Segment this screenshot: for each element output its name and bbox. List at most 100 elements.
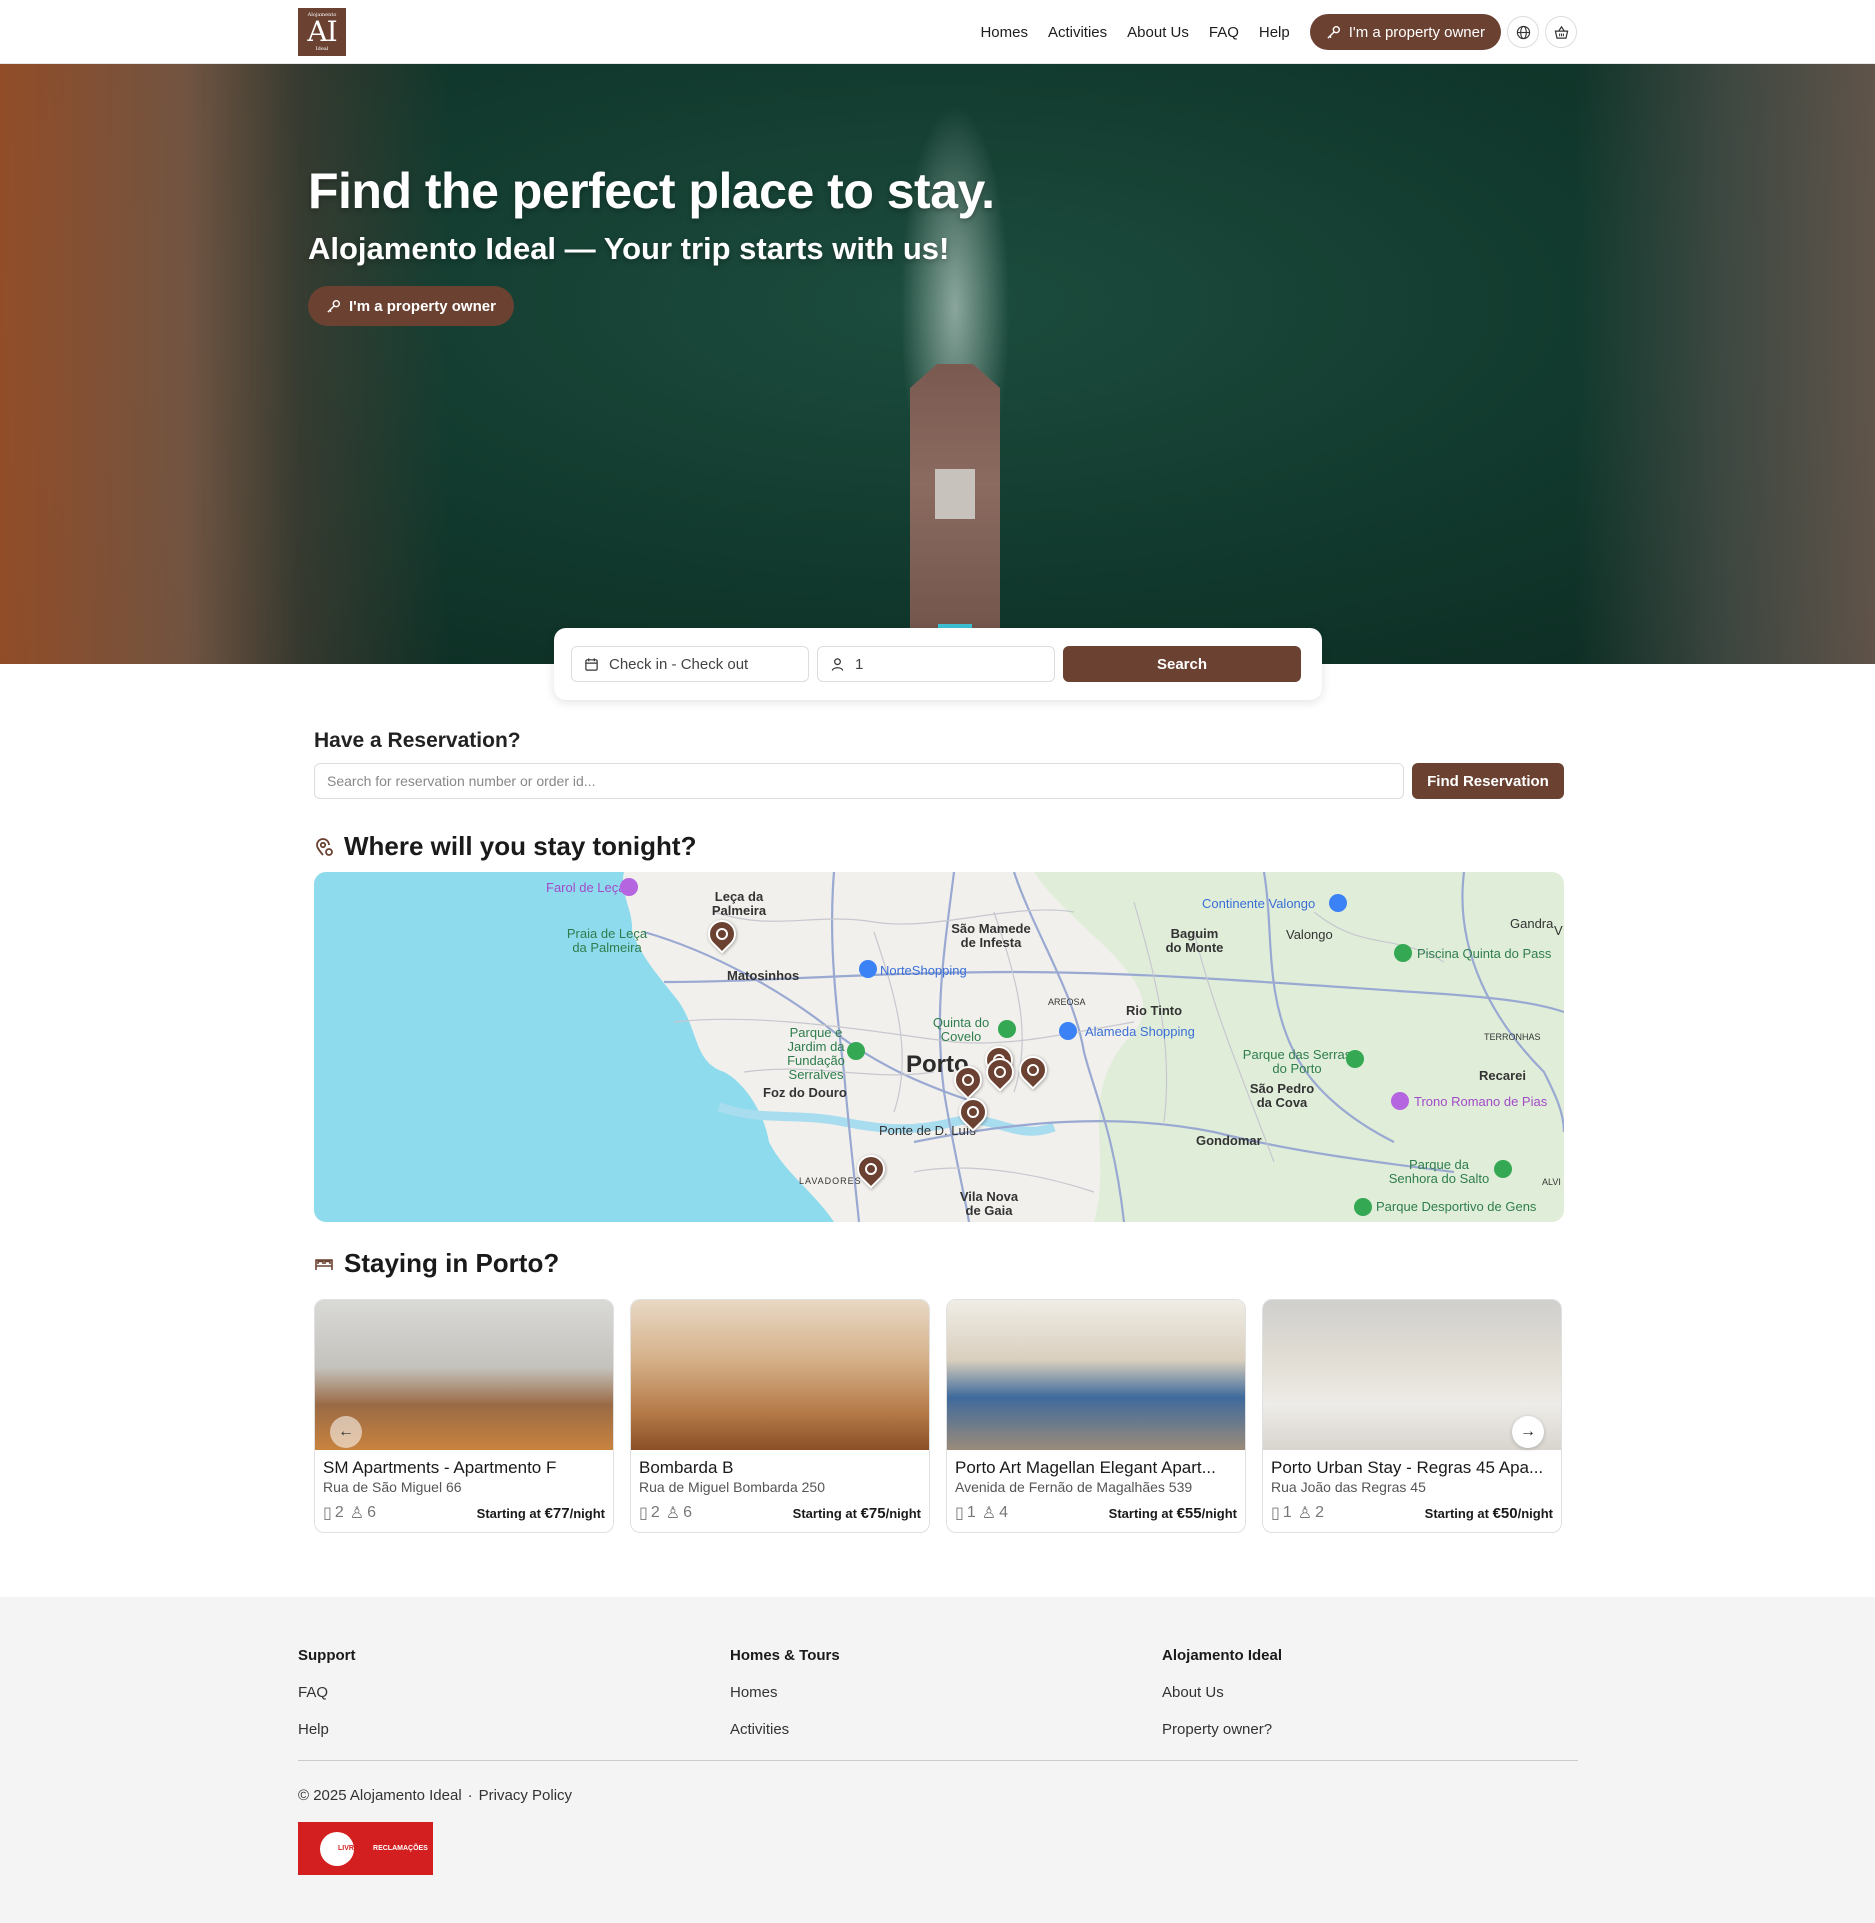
cart-button[interactable] xyxy=(1545,16,1577,48)
basket-icon xyxy=(1554,25,1568,39)
reservation-section: Have a Reservation? Search for reservati… xyxy=(314,729,1564,799)
listing-card[interactable]: SM Apartments - Apartmento F Rua de São … xyxy=(314,1299,614,1533)
map-label: Vila Nova de Gaia xyxy=(959,1189,1019,1218)
listing-meta: ▯ 2 ♙ 6 Starting at €75/night xyxy=(639,1503,921,1523)
language-button[interactable] xyxy=(1507,16,1539,48)
arrow-left-icon: ← xyxy=(338,1423,354,1440)
listings-title-text: Staying in Porto? xyxy=(344,1248,560,1278)
privacy-policy-link[interactable]: Privacy Policy xyxy=(479,1787,572,1804)
park-poi-icon[interactable] xyxy=(1494,1160,1512,1178)
price-prefix: Starting at xyxy=(1108,1505,1173,1521)
bed-icon xyxy=(315,1258,333,1270)
park-poi-icon[interactable] xyxy=(998,1020,1016,1038)
footer-link-homes[interactable]: Homes xyxy=(730,1684,1162,1701)
price-suffix: /night xyxy=(1201,1505,1237,1521)
calendar-icon xyxy=(585,657,598,671)
listing-specs: ▯ 2 ♙ 6 xyxy=(639,1503,692,1523)
footer-link-faq[interactable]: FAQ xyxy=(298,1684,730,1701)
person-icon: ♙ xyxy=(1297,1505,1313,1522)
map-label: Parque da Senhora do Salto xyxy=(1388,1157,1490,1186)
hero-owner-button[interactable]: I'm a property owner xyxy=(308,286,514,326)
listing-meta: ▯ 1 ♙ 2 Starting at €50/night xyxy=(1271,1503,1553,1523)
price-suffix: /night xyxy=(885,1505,921,1521)
listing-info: Porto Art Magellan Elegant Apart... Aven… xyxy=(947,1450,1245,1523)
price-prefix: Starting at xyxy=(476,1505,541,1521)
person-icon xyxy=(831,657,844,671)
property-owner-button[interactable]: I'm a property owner xyxy=(1309,14,1501,50)
listings-section: Staying in Porto? ← → SM Apartments - Ap… xyxy=(314,1248,1564,1533)
footer-link-help[interactable]: Help xyxy=(298,1721,730,1738)
attraction-poi-icon[interactable] xyxy=(620,878,638,896)
price-value: €77 xyxy=(544,1504,570,1522)
price-value: €75 xyxy=(860,1504,886,1522)
map-label: Quinta do Covelo xyxy=(932,1015,990,1044)
footer-copyright-row: © 2025 Alojamento Ideal · Privacy Policy xyxy=(298,1787,1875,1804)
listing-carousel: ← → SM Apartments - Apartmento F Rua de … xyxy=(314,1299,1564,1533)
price-value: €50 xyxy=(1492,1504,1518,1522)
nav-about-us[interactable]: About Us xyxy=(1127,24,1189,41)
map-label: Foz do Douro xyxy=(763,1085,847,1100)
footer-link-activities[interactable]: Activities xyxy=(730,1721,1162,1738)
guests-field[interactable]: 1 xyxy=(817,646,1055,682)
carousel-prev-button[interactable]: ← xyxy=(330,1416,362,1448)
footer-column-title: Support xyxy=(298,1647,356,1664)
listing-rooms: 2 xyxy=(334,1504,344,1521)
reservation-search-input[interactable]: Search for reservation number or order i… xyxy=(314,763,1404,799)
footer-columns: Support FAQ Help Homes & Tours Homes Act… xyxy=(298,1647,1875,1738)
attraction-poi-icon[interactable] xyxy=(1391,1092,1409,1110)
site-logo[interactable]: Alojamento AI Ideal xyxy=(298,8,346,56)
person-icon: ♙ xyxy=(665,1505,681,1522)
listing-price: Starting at €77/night xyxy=(477,1505,605,1522)
hero-image-deck xyxy=(935,469,975,519)
park-poi-icon[interactable] xyxy=(1394,944,1412,962)
listing-guests: 2 xyxy=(1315,1504,1324,1521)
map[interactable]: Farol de Leça Leça da Palmeira Praia de … xyxy=(314,872,1564,1222)
carousel-next-button[interactable]: → xyxy=(1512,1416,1544,1448)
listing-meta: ▯ 1 ♙ 4 Starting at €55/night xyxy=(955,1503,1237,1523)
listing-rooms: 2 xyxy=(650,1504,660,1521)
date-range-placeholder: Check in - Check out xyxy=(609,655,749,673)
listing-card[interactable]: Porto Urban Stay - Regras 45 Apa... Rua … xyxy=(1262,1299,1562,1533)
park-poi-icon[interactable] xyxy=(1346,1050,1364,1068)
date-range-field[interactable]: Check in - Check out xyxy=(571,646,809,682)
nav-faq[interactable]: FAQ xyxy=(1209,24,1239,41)
nav-activities[interactable]: Activities xyxy=(1048,24,1107,41)
listing-info: Porto Urban Stay - Regras 45 Apa... Rua … xyxy=(1263,1450,1561,1523)
footer-column-support: Support FAQ Help xyxy=(298,1647,730,1738)
listing-address: Avenida de Fernão de Magalhães 539 xyxy=(955,1479,1193,1495)
search-button[interactable]: Search xyxy=(1063,646,1301,682)
shopping-poi-icon[interactable] xyxy=(1059,1022,1077,1040)
park-poi-icon[interactable] xyxy=(1354,1198,1372,1216)
arrow-right-icon: → xyxy=(1520,1423,1536,1440)
find-reservation-button[interactable]: Find Reservation xyxy=(1412,763,1564,799)
logo-text-main: AI xyxy=(307,15,337,48)
listing-specs: ▯ 2 ♙ 6 xyxy=(323,1503,376,1523)
footer-column-title: Alojamento Ideal xyxy=(1162,1647,1283,1664)
map-label: Parque das Serras do Porto xyxy=(1242,1047,1352,1076)
footer-link-about-us[interactable]: About Us xyxy=(1162,1684,1594,1701)
listing-card[interactable]: Porto Art Magellan Elegant Apart... Aven… xyxy=(946,1299,1246,1533)
map-label: ALVI xyxy=(1542,1177,1561,1187)
map-label: NorteShopping xyxy=(880,963,967,978)
listing-card[interactable]: Bombarda B Rua de Miguel Bombarda 250 ▯ 2… xyxy=(630,1299,930,1533)
nav-help[interactable]: Help xyxy=(1259,24,1290,41)
map-label: Piscina Quinta do Pass xyxy=(1417,946,1552,961)
door-icon: ▯ xyxy=(955,1505,964,1522)
hero-subtitle: Alojamento Ideal — Your trip starts with… xyxy=(308,231,950,266)
shopping-poi-icon[interactable] xyxy=(1329,894,1347,912)
park-poi-icon[interactable] xyxy=(847,1042,865,1060)
map-label: Gandra xyxy=(1510,916,1554,931)
map-label: Matosinhos xyxy=(727,968,800,983)
map-label: Valongo xyxy=(1286,927,1333,942)
map-title-text: Where will you stay tonight? xyxy=(344,831,697,861)
nav-homes[interactable]: Homes xyxy=(980,24,1028,41)
listing-rooms: 1 xyxy=(1282,1504,1292,1521)
shopping-poi-icon[interactable] xyxy=(859,960,877,978)
key-icon xyxy=(1327,25,1340,39)
map-label: Trono Romano de Pias xyxy=(1414,1094,1548,1109)
listing-meta: ▯ 2 ♙ 6 Starting at €77/night xyxy=(323,1503,605,1523)
listing-address: Rua João das Regras 45 xyxy=(1271,1479,1426,1495)
complaints-book-badge[interactable]: LIVRO DE RECLAMAÇÕES xyxy=(298,1822,433,1875)
footer-link-property-owner[interactable]: Property owner? xyxy=(1162,1721,1594,1738)
price-suffix: /night xyxy=(569,1505,605,1521)
